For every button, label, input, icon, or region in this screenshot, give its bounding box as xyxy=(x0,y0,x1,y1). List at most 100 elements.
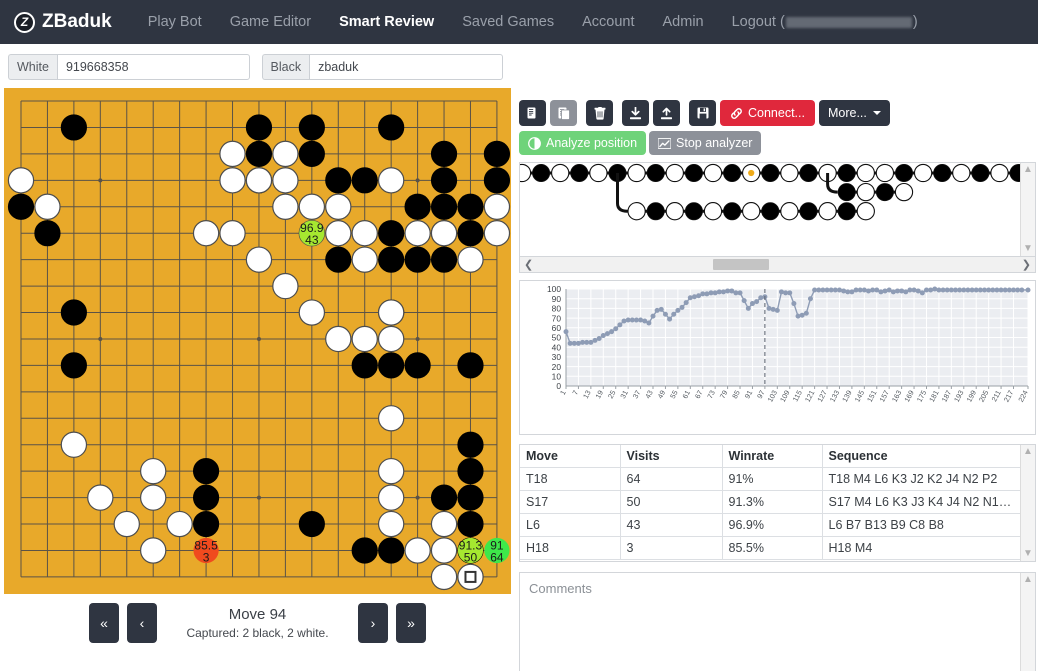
white-stone[interactable] xyxy=(299,194,324,219)
tree-node-white[interactable] xyxy=(895,184,912,201)
black-stone[interactable] xyxy=(379,247,404,272)
black-player-input[interactable] xyxy=(309,54,503,80)
nav-link-saved-games[interactable]: Saved Games xyxy=(448,0,568,44)
tree-node-white[interactable] xyxy=(857,184,874,201)
black-stone[interactable] xyxy=(193,485,218,510)
white-stone[interactable] xyxy=(88,485,113,510)
connect-button[interactable]: Connect... xyxy=(720,100,815,126)
white-player-input[interactable] xyxy=(57,54,250,80)
white-stone[interactable] xyxy=(220,221,245,246)
tree-node-black[interactable] xyxy=(934,164,951,181)
tree-node-white[interactable] xyxy=(857,164,874,181)
comments-panel[interactable]: ▲ ▼ xyxy=(519,572,1036,671)
chevron-down-icon[interactable]: ▼ xyxy=(1023,244,1033,254)
black-stone[interactable] xyxy=(61,353,86,378)
black-stone[interactable] xyxy=(61,300,86,325)
black-stone[interactable] xyxy=(352,168,377,193)
tree-node-white[interactable] xyxy=(953,164,970,181)
black-stone[interactable] xyxy=(458,432,483,457)
white-stone[interactable] xyxy=(379,485,404,510)
white-stone[interactable] xyxy=(379,459,404,484)
nav-link-play-bot[interactable]: Play Bot xyxy=(134,0,216,44)
tree-node-black[interactable] xyxy=(647,164,664,181)
white-stone[interactable] xyxy=(8,168,33,193)
tree-node-black[interactable] xyxy=(724,203,741,220)
white-stone[interactable] xyxy=(352,326,377,351)
black-stone[interactable] xyxy=(193,511,218,536)
delete-button[interactable] xyxy=(586,100,613,126)
white-stone[interactable] xyxy=(352,221,377,246)
candidate-moves-panel[interactable]: Move Visits Winrate Sequence T186491%T18… xyxy=(519,444,1036,562)
comments-input[interactable] xyxy=(520,573,1022,671)
tree-scroll-thumb[interactable] xyxy=(713,259,769,270)
white-stone[interactable] xyxy=(114,511,139,536)
table-row[interactable]: L64396.9%L6 B7 B13 B9 C8 B8 xyxy=(520,514,1022,537)
first-move-button[interactable]: « xyxy=(89,603,119,643)
white-stone[interactable] xyxy=(141,459,166,484)
white-stone[interactable] xyxy=(326,194,351,219)
white-stone[interactable] xyxy=(405,221,430,246)
white-stone[interactable] xyxy=(141,538,166,563)
tree-node-white[interactable] xyxy=(743,203,760,220)
white-stone[interactable] xyxy=(299,300,324,325)
tree-node-white[interactable] xyxy=(628,164,645,181)
chevron-up-icon[interactable]: ▲ xyxy=(1023,165,1033,175)
white-stone[interactable] xyxy=(379,511,404,536)
white-stone[interactable] xyxy=(379,326,404,351)
black-stone[interactable] xyxy=(379,221,404,246)
tree-node-black[interactable] xyxy=(895,164,912,181)
tree-node-black[interactable] xyxy=(838,164,855,181)
game-tree-svg[interactable] xyxy=(520,163,1022,256)
go-board[interactable]: 96.94391.350916485.53 xyxy=(4,88,511,594)
nav-link-smart-review[interactable]: Smart Review xyxy=(325,0,448,44)
white-stone[interactable] xyxy=(405,538,430,563)
white-stone[interactable] xyxy=(35,194,60,219)
tree-node-white[interactable] xyxy=(915,164,932,181)
tree-node-white[interactable] xyxy=(781,203,798,220)
chevron-left-icon[interactable]: ❮ xyxy=(524,258,533,271)
brand-logo[interactable]: Z ZBaduk xyxy=(14,11,112,33)
black-stone[interactable] xyxy=(193,459,218,484)
black-stone[interactable] xyxy=(484,141,509,166)
table-vertical-scrollbar[interactable]: ▲ ▼ xyxy=(1020,445,1035,561)
nav-link-account[interactable]: Account xyxy=(568,0,648,44)
black-stone[interactable] xyxy=(35,221,60,246)
white-stone[interactable] xyxy=(273,141,298,166)
white-stone[interactable] xyxy=(193,221,218,246)
white-stone[interactable] xyxy=(326,326,351,351)
black-stone[interactable] xyxy=(431,247,456,272)
white-stone[interactable] xyxy=(220,168,245,193)
black-stone[interactable] xyxy=(484,168,509,193)
chevron-down-icon[interactable]: ▼ xyxy=(1023,549,1033,559)
more-button[interactable]: More... xyxy=(819,100,890,126)
table-row[interactable]: H18385.5%H18 M4 xyxy=(520,537,1022,560)
tree-node-black[interactable] xyxy=(533,164,550,181)
tree-node-black[interactable] xyxy=(571,164,588,181)
black-stone[interactable] xyxy=(246,115,271,140)
white-stone[interactable] xyxy=(379,300,404,325)
tree-node-black[interactable] xyxy=(762,203,779,220)
white-stone[interactable] xyxy=(273,168,298,193)
black-stone[interactable] xyxy=(405,194,430,219)
white-stone[interactable] xyxy=(220,141,245,166)
tree-node-white[interactable] xyxy=(628,203,645,220)
upload-button[interactable] xyxy=(653,100,680,126)
table-row[interactable]: T186491%T18 M4 L6 K3 J2 K2 J4 N2 P2 xyxy=(520,468,1022,491)
black-stone[interactable] xyxy=(299,115,324,140)
tree-node-black[interactable] xyxy=(838,203,855,220)
white-stone[interactable] xyxy=(352,247,377,272)
black-stone[interactable] xyxy=(379,353,404,378)
download-button[interactable] xyxy=(622,100,649,126)
black-stone[interactable] xyxy=(431,194,456,219)
tree-node-white[interactable] xyxy=(666,164,683,181)
black-stone[interactable] xyxy=(379,538,404,563)
black-stone[interactable] xyxy=(458,459,483,484)
chevron-up-icon[interactable]: ▲ xyxy=(1023,575,1033,585)
tree-node-white[interactable] xyxy=(704,203,721,220)
black-stone[interactable] xyxy=(246,141,271,166)
white-stone[interactable] xyxy=(431,538,456,563)
prev-move-button[interactable]: ‹ xyxy=(127,603,157,643)
white-stone[interactable] xyxy=(61,432,86,457)
black-stone[interactable] xyxy=(61,115,86,140)
tree-node-black[interactable] xyxy=(876,184,893,201)
